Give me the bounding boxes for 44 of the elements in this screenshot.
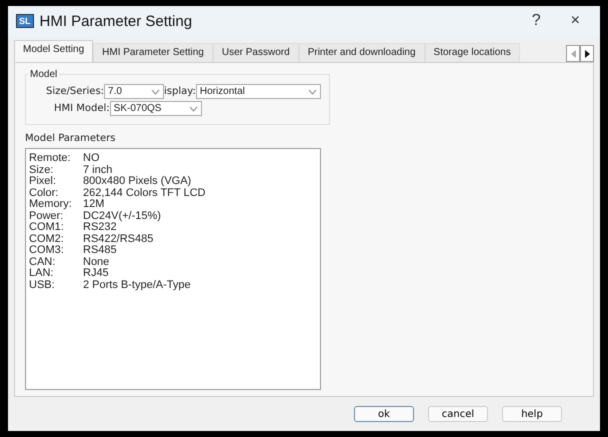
parameter-label: Remote: xyxy=(29,153,72,164)
parameter-label: COM2: xyxy=(29,234,65,245)
parameter-value: 7 inch xyxy=(83,164,114,176)
field-label: HMI Model: xyxy=(54,103,110,114)
parameter-value: 2 Ports B-type/A-Type xyxy=(83,280,192,291)
help-button[interactable]: ? xyxy=(520,12,553,30)
parameter-label: Memory: xyxy=(29,199,73,210)
parameter-value: RS485 xyxy=(83,245,118,256)
tab[interactable]: Storage locations xyxy=(424,43,520,62)
group-title: Model Parameters xyxy=(25,133,116,144)
display-dropdown[interactable]: Horizontal xyxy=(196,84,321,99)
parameter-label: COM1: xyxy=(29,222,65,234)
parameter-label: Color: xyxy=(29,188,60,199)
parameter-label: Pixel: xyxy=(29,176,57,188)
dialog-button[interactable]: help xyxy=(502,406,562,422)
parameter-label: USB: xyxy=(29,280,56,291)
parameter-value: NO xyxy=(83,153,100,164)
hmi-model-dropdown[interactable]: SK-070QS xyxy=(110,101,202,116)
parameter-label: CAN: xyxy=(29,256,56,268)
parameter-value: 12M xyxy=(83,199,106,210)
parameter-value: RJ45 xyxy=(83,268,110,280)
close-button[interactable]: × xyxy=(558,12,592,30)
field-label: isplay: xyxy=(164,86,196,97)
group-title: Model xyxy=(29,69,58,80)
tab[interactable]: User Password xyxy=(212,43,299,62)
app-icon: SL xyxy=(16,14,34,28)
parameter-value: 800x480 Pixels (VGA) xyxy=(83,176,192,188)
dialog-button[interactable]: ok xyxy=(354,406,414,422)
dialog-button[interactable]: cancel xyxy=(428,406,488,422)
tab[interactable]: Model Setting xyxy=(14,40,94,62)
tab[interactable]: Printer and downloading xyxy=(298,43,425,62)
parameter-value: DC24V(+/-15%) xyxy=(83,210,162,222)
parameter-label: LAN: xyxy=(29,268,54,280)
parameter-value: 262,144 Colors TFT LCD xyxy=(83,188,206,199)
parameter-value: RS422/RS485 xyxy=(83,234,154,245)
parameter-label: COM3: xyxy=(29,245,65,256)
parameter-value: None xyxy=(83,256,110,268)
size-dropdown[interactable]: 7.0 xyxy=(104,84,164,99)
parameter-value: RS232 xyxy=(83,222,117,234)
parameter-label: Power: xyxy=(29,210,64,222)
window-title: HMI Parameter Setting xyxy=(40,12,194,30)
tab[interactable]: HMI Parameter Setting xyxy=(93,43,213,62)
field-label: Size/Series: xyxy=(46,86,104,97)
parameter-label: Size: xyxy=(29,164,54,176)
